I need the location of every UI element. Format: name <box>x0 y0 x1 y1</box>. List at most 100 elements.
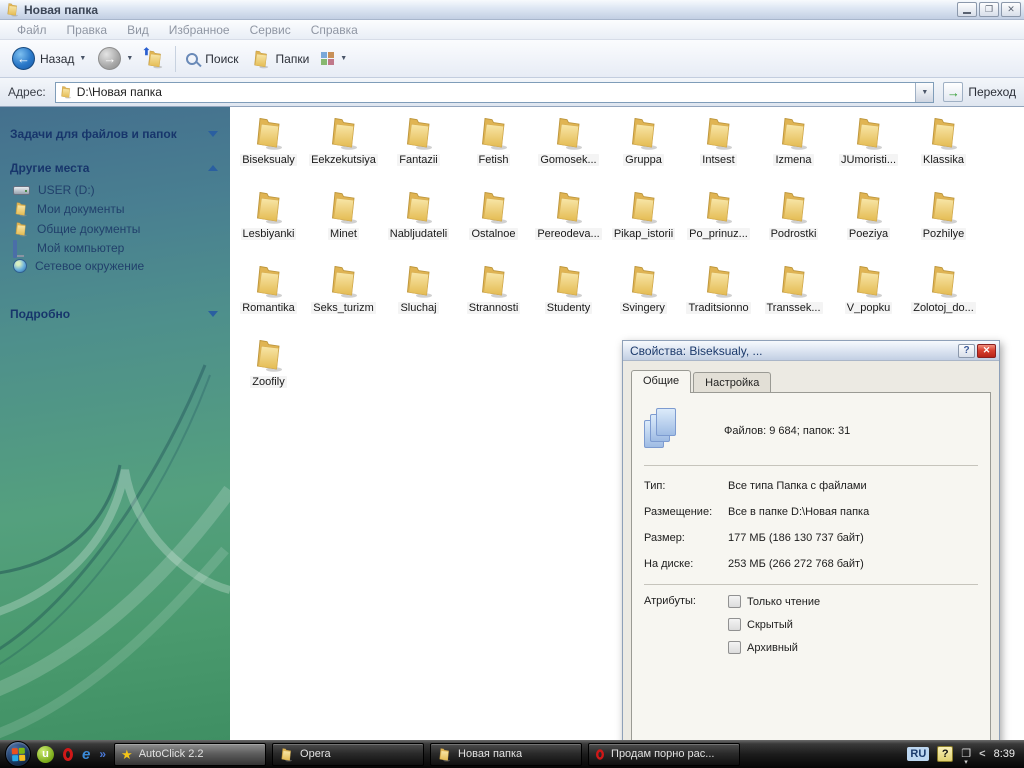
folder-item[interactable]: Svingery <box>606 260 681 334</box>
folder-icon <box>251 188 287 226</box>
drive-icon <box>13 185 30 195</box>
taskbar-button-1[interactable]: Opera <box>272 742 425 766</box>
back-dropdown-icon[interactable]: ▼ <box>79 55 86 62</box>
close-button[interactable]: ✕ <box>1001 2 1021 17</box>
menu-item-2[interactable]: Вид <box>118 21 158 39</box>
views-dropdown-icon[interactable]: ▼ <box>340 55 347 62</box>
folder-label: Seks_turizm <box>311 302 376 314</box>
section-other-places[interactable]: Другие места <box>0 157 230 179</box>
dialog-titlebar[interactable]: Свойства: Biseksualy, ... ? ✕ <box>623 341 999 361</box>
language-indicator[interactable]: RU <box>907 747 930 761</box>
system-tray: RU ? ❐ < 8:39 <box>907 746 1024 766</box>
sidebar-place-0[interactable]: USER (D:) <box>0 181 230 199</box>
opera-icon[interactable] <box>63 747 73 761</box>
folders-button[interactable]: Папки <box>245 46 316 72</box>
place-label: Общие документы <box>37 222 141 236</box>
folder-label: Lesbiyanki <box>240 228 297 240</box>
place-label: Мой компьютер <box>37 241 125 255</box>
forward-icon: → <box>98 47 122 70</box>
folder-item[interactable]: V_popku <box>831 260 906 334</box>
attributes-label: Атрибуты: <box>644 595 696 607</box>
tray-collapse-icon[interactable]: < <box>979 748 985 760</box>
menu-item-3[interactable]: Избранное <box>160 21 239 39</box>
forward-button[interactable]: → ▼ <box>92 44 139 73</box>
checkbox[interactable] <box>728 595 741 608</box>
folder-item[interactable]: Biseksualy <box>231 112 306 186</box>
folder-item[interactable]: Lesbiyanki <box>231 186 306 260</box>
search-label: Поиск <box>205 51 239 66</box>
folder-item[interactable]: Eekzekutsiya <box>306 112 381 186</box>
checkbox[interactable] <box>728 641 741 654</box>
taskbar-button-2[interactable]: Новая папка <box>430 742 583 766</box>
folder-item[interactable]: Romantika <box>231 260 306 334</box>
minimize-button[interactable] <box>957 2 977 17</box>
menu-item-4[interactable]: Сервис <box>241 21 300 39</box>
internet-explorer-icon[interactable]: e <box>82 747 90 762</box>
section-details[interactable]: Подробно <box>0 303 230 325</box>
forward-dropdown-icon[interactable]: ▼ <box>126 55 133 62</box>
folder-item[interactable]: Pereodeva... <box>531 186 606 260</box>
taskbar-button-3[interactable]: Продам порно рас... <box>588 742 741 766</box>
sidebar-place-1[interactable]: Мои документы <box>0 199 230 219</box>
folder-item[interactable]: Sluchaj <box>381 260 456 334</box>
folder-item[interactable]: Minet <box>306 186 381 260</box>
folder-item[interactable]: Poeziya <box>831 186 906 260</box>
folder-icon <box>851 188 887 226</box>
checkbox[interactable] <box>728 618 741 631</box>
folder-item[interactable]: Klassika <box>906 112 981 186</box>
folder-item[interactable]: Traditsionno <box>681 260 756 334</box>
tab-general[interactable]: Общие <box>631 370 692 393</box>
window-title: Новая папка <box>24 2 99 17</box>
dialog-tab-page: Файлов: 9 684; папок: 31 Тип: Все типа Па… <box>631 392 991 762</box>
start-button[interactable] <box>5 741 31 767</box>
folder-item[interactable]: Fetish <box>456 112 531 186</box>
menu-item-5[interactable]: Справка <box>302 21 367 39</box>
folder-item[interactable]: JUmoristi... <box>831 112 906 186</box>
menu-item-1[interactable]: Правка <box>58 21 117 39</box>
back-button[interactable]: ← Назад ▼ <box>6 44 92 73</box>
folder-item[interactable]: Gomosek... <box>531 112 606 186</box>
folder-item[interactable]: Intsest <box>681 112 756 186</box>
up-button[interactable]: ⬆ <box>139 46 171 72</box>
folder-item[interactable]: Pozhilye <box>906 186 981 260</box>
menu-item-0[interactable]: Файл <box>8 21 56 39</box>
folder-item[interactable]: Ostalnoe <box>456 186 531 260</box>
folder-label: Pereodeva... <box>535 228 602 240</box>
address-value[interactable]: D:\Новая папка <box>77 85 916 99</box>
folder-label: Izmena <box>773 154 814 166</box>
views-button[interactable]: ▼ <box>315 49 353 69</box>
tray-window-icon[interactable]: ❐ <box>961 748 971 766</box>
sidebar-place-4[interactable]: Сетевое окружение <box>0 257 230 275</box>
folder-item[interactable]: Transsek... <box>756 260 831 334</box>
folder-item[interactable]: Studenty <box>531 260 606 334</box>
dialog-close-button[interactable]: ✕ <box>977 343 996 358</box>
search-button[interactable]: Поиск <box>180 49 244 69</box>
folder-item[interactable]: Nabljudateli <box>381 186 456 260</box>
folder-item[interactable]: Strannosti <box>456 260 531 334</box>
sidebar-place-3[interactable]: Мой компьютер <box>0 239 230 258</box>
go-button[interactable]: → Переход <box>939 82 1020 102</box>
quick-launch-overflow-icon[interactable]: » <box>99 747 106 761</box>
folder-item[interactable]: Podrostki <box>756 186 831 260</box>
tray-help-icon[interactable]: ? <box>937 746 954 762</box>
folders-icon <box>251 49 271 69</box>
sidebar-place-2[interactable]: Общие документы <box>0 219 230 239</box>
utorrent-icon[interactable]: u <box>37 745 54 763</box>
address-dropdown-button[interactable]: ▼ <box>915 82 934 102</box>
address-input[interactable]: D:\Новая папка ▼ <box>54 81 935 103</box>
folder-label: Sluchaj <box>398 302 439 314</box>
folder-icon <box>776 114 812 152</box>
folder-item[interactable]: Po_prinuz... <box>681 186 756 260</box>
dialog-help-button[interactable]: ? <box>958 343 975 358</box>
taskbar-button-0[interactable]: ★ AutoClick 2.2 <box>114 742 267 766</box>
titlebar[interactable]: Новая папка ❐ ✕ <box>0 0 1024 20</box>
folder-item[interactable]: Seks_turizm <box>306 260 381 334</box>
restore-button[interactable]: ❐ <box>979 2 999 17</box>
folder-item[interactable]: Zolotoj_do... <box>906 260 981 334</box>
folder-item[interactable]: Pikap_istorii <box>606 186 681 260</box>
section-file-tasks[interactable]: Задачи для файлов и папок <box>0 123 230 145</box>
folder-item[interactable]: Gruppa <box>606 112 681 186</box>
folder-item[interactable]: Zoofily <box>231 334 306 408</box>
folder-item[interactable]: Izmena <box>756 112 831 186</box>
folder-item[interactable]: Fantazii <box>381 112 456 186</box>
